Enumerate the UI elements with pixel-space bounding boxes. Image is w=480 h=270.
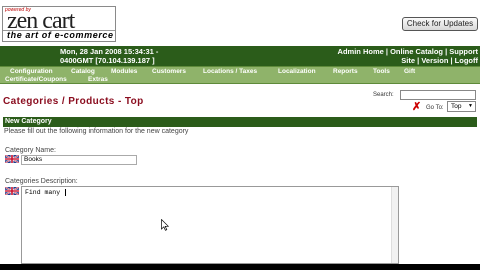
section-header: New Category — [3, 117, 477, 127]
logo-tagline: the art of e-commerce — [7, 30, 114, 40]
logo-brand: zen cart — [7, 8, 75, 34]
goto-select-value: Top — [451, 103, 462, 110]
check-for-updates-button[interactable]: Check for Updates — [402, 17, 478, 31]
menu-reports[interactable]: Reports — [333, 68, 358, 75]
goto-label: Go To: — [426, 105, 444, 111]
zencart-logo[interactable]: powered by zen cart the art of e-commerc… — [2, 6, 116, 42]
category-name-label: Category Name: — [5, 147, 56, 154]
menu-catalog[interactable]: Catalog — [71, 68, 95, 75]
menu-extras[interactable]: Extras — [88, 76, 108, 83]
close-x-icon[interactable]: ✗ — [412, 100, 421, 113]
main-menu-bar: Configuration Catalog Modules Customers … — [0, 66, 480, 84]
menu-localization[interactable]: Localization — [278, 68, 316, 75]
header-links-line1[interactable]: Admin Home | Online Catalog | Support — [338, 47, 478, 56]
uk-flag-icon — [5, 155, 19, 163]
categories-description-textarea[interactable]: Find many — [21, 186, 399, 264]
logo-tagline-bar: the art of e-commerce — [3, 30, 115, 41]
section-subtitle: Please fill out the following informatio… — [4, 128, 189, 135]
uk-flag-icon — [5, 187, 19, 195]
chevron-down-icon: ▼ — [468, 103, 473, 109]
description-text: Find many — [25, 189, 65, 197]
page-title: Categories / Products - Top — [3, 96, 144, 107]
ip-line: 0400GMT [70.104.139.187 ] — [60, 56, 155, 65]
textarea-scrollbar[interactable] — [391, 187, 398, 263]
date-ip-info: Mon, 28 Jan 2008 15:34:31 - 0400GMT [70.… — [60, 47, 158, 65]
menu-customers[interactable]: Customers — [152, 68, 186, 75]
categories-description-label: Categories Description: — [5, 178, 78, 185]
menu-modules[interactable]: Modules — [111, 68, 137, 75]
category-name-input[interactable]: Books — [21, 155, 137, 165]
header-info-bar: Mon, 28 Jan 2008 15:34:31 - 0400GMT [70.… — [0, 46, 480, 66]
goto-select[interactable]: Top ▼ — [447, 101, 476, 112]
menu-certificate-coupons[interactable]: Certificate/Coupons — [5, 76, 67, 83]
text-caret — [65, 189, 67, 196]
search-input[interactable] — [400, 90, 476, 100]
mouse-pointer-icon — [161, 219, 169, 231]
header-links-line2[interactable]: Site | Version | Logoff — [338, 56, 478, 65]
menu-configuration[interactable]: Configuration — [10, 68, 53, 75]
date-line: Mon, 28 Jan 2008 15:34:31 - — [60, 47, 159, 56]
admin-page: powered by zen cart the art of e-commerc… — [0, 0, 480, 264]
menu-tools[interactable]: Tools — [373, 68, 390, 75]
search-label: Search: — [373, 92, 394, 98]
menu-gift[interactable]: Gift — [404, 68, 415, 75]
header-links[interactable]: Admin Home | Online Catalog | Support Si… — [338, 47, 478, 65]
menu-locations-taxes[interactable]: Locations / Taxes — [203, 68, 257, 75]
